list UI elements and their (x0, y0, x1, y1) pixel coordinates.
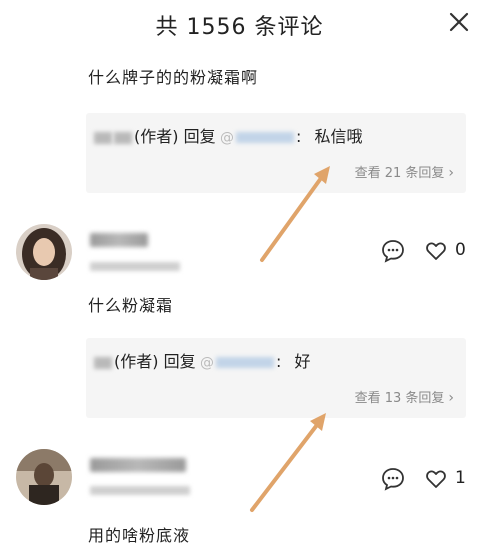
mention-at: @ (195, 355, 215, 371)
close-button[interactable] (445, 8, 473, 36)
comment-text: 什么粉凝霜 (88, 296, 174, 315)
reply-preview[interactable]: (作者) 回复 @: 私信哦 查看 21 条回复 › (86, 113, 466, 193)
view-replies-label: 查看 21 条回复 (354, 166, 445, 181)
comment-bubble-icon (382, 468, 404, 491)
timestamp-redacted (90, 262, 180, 271)
reply-line: (作者) 回复 @: 好 (94, 348, 311, 372)
like-count: 0 (455, 240, 466, 260)
author-name-redacted (114, 131, 132, 144)
chevron-right-icon: › (448, 390, 454, 406)
reply-line: (作者) 回复 @: 私信哦 (94, 123, 363, 147)
like-button[interactable] (424, 239, 448, 267)
username-redacted[interactable] (90, 458, 186, 472)
author-role-label: (作者) 回复 (114, 352, 196, 371)
reply-colon: : (276, 352, 282, 371)
chevron-right-icon: › (448, 165, 454, 181)
heart-icon (426, 242, 446, 260)
comment-count-title: 共 1556 条评论 (155, 15, 324, 40)
author-name-redacted (94, 131, 112, 144)
mention-at: @ (215, 130, 235, 146)
author-name-redacted (94, 356, 112, 369)
comments-header: 共 1556 条评论 (0, 0, 479, 48)
timestamp-redacted (90, 486, 190, 495)
mention-name-redacted (216, 357, 275, 368)
close-icon (449, 12, 469, 32)
comment-text: 什么牌子的的粉凝霜啊 (88, 68, 259, 87)
comment-text: 用的啥粉底液 (88, 526, 191, 545)
like-count: 1 (455, 468, 466, 488)
username-redacted[interactable] (90, 233, 148, 247)
annotation-arrow (250, 413, 326, 512)
avatar[interactable] (16, 224, 72, 280)
author-role-label: (作者) 回复 (134, 127, 216, 146)
reply-text: 私信哦 (314, 127, 363, 146)
view-replies-label: 查看 13 条回复 (354, 391, 445, 406)
reply-colon: : (296, 127, 302, 146)
heart-icon (426, 470, 446, 488)
reply-text: 好 (294, 352, 311, 371)
like-button[interactable] (424, 467, 448, 495)
view-replies-link[interactable]: 查看 13 条回复 › (355, 387, 454, 406)
reply-button[interactable] (380, 238, 406, 268)
view-replies-link[interactable]: 查看 21 条回复 › (355, 162, 454, 181)
avatar-image (16, 224, 72, 280)
reply-button[interactable] (380, 466, 406, 496)
mention-name-redacted (236, 132, 295, 143)
reply-preview[interactable]: (作者) 回复 @: 好 查看 13 条回复 › (86, 338, 466, 418)
avatar-image (16, 449, 72, 505)
comment-bubble-icon (382, 240, 404, 263)
avatar[interactable] (16, 449, 72, 505)
